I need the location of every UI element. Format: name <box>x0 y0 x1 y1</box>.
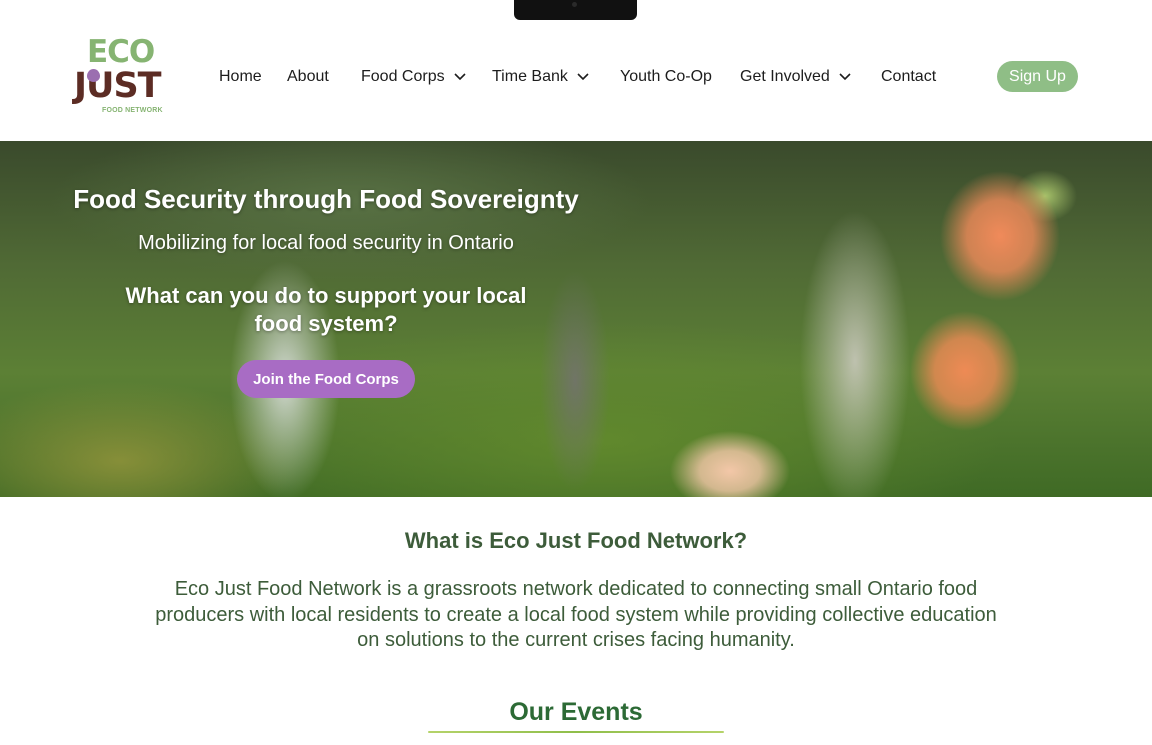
hero-question: What can you do to support your local fo… <box>125 283 527 336</box>
join-food-corps-button[interactable]: Join the Food Corps <box>237 360 415 398</box>
nav-item-food-corps[interactable]: Food Corps <box>361 64 466 90</box>
sign-up-button[interactable]: Sign Up <box>997 61 1078 92</box>
events-underline <box>428 731 724 733</box>
nav-item-label: Get Involved <box>740 68 830 85</box>
chevron-down-icon <box>454 73 466 81</box>
hero-subtitle: Mobilizing for local food security in On… <box>138 232 514 254</box>
nav-item-home[interactable]: Home <box>219 64 262 90</box>
logo-food-network-text: FOOD NETWORK <box>102 107 163 114</box>
chevron-down-icon <box>577 73 589 81</box>
nav-item-label: Time Bank <box>492 68 568 85</box>
about-title: What is Eco Just Food Network? <box>404 528 748 553</box>
nav-item-label: Home <box>219 68 262 85</box>
nav-item-get-involved[interactable]: Get Involved <box>740 64 851 90</box>
about-body: Eco Just Food Network is a grassroots ne… <box>155 578 997 651</box>
fig-icon <box>87 69 100 82</box>
chevron-down-icon <box>839 73 851 81</box>
logo-eco-text: ECO <box>87 34 155 70</box>
nav-item-label: Food Corps <box>361 68 445 85</box>
hero-title: Food Security through Food Sovereignty <box>73 184 579 214</box>
nav-item-label: About <box>287 68 329 85</box>
nav-item-label: Youth Co-Op <box>620 68 712 85</box>
nav-item-about[interactable]: About <box>287 64 329 90</box>
hero-banner: Food Security through Food Sovereignty M… <box>0 141 1152 497</box>
camera-dot <box>572 2 577 7</box>
nav-item-label: Contact <box>881 68 937 85</box>
eco-just-logo[interactable]: ECO JUST FOOD NETWORK <box>74 36 166 116</box>
events-title: Our Events <box>509 698 643 726</box>
site-header: ECO JUST FOOD NETWORK Home About Food Co… <box>0 0 1152 141</box>
nav-item-youth-co-op[interactable]: Youth Co-Op <box>620 64 712 90</box>
nav-item-contact[interactable]: Contact <box>881 64 936 90</box>
camera-notch <box>514 0 637 20</box>
nav-item-time-bank[interactable]: Time Bank <box>492 64 589 90</box>
